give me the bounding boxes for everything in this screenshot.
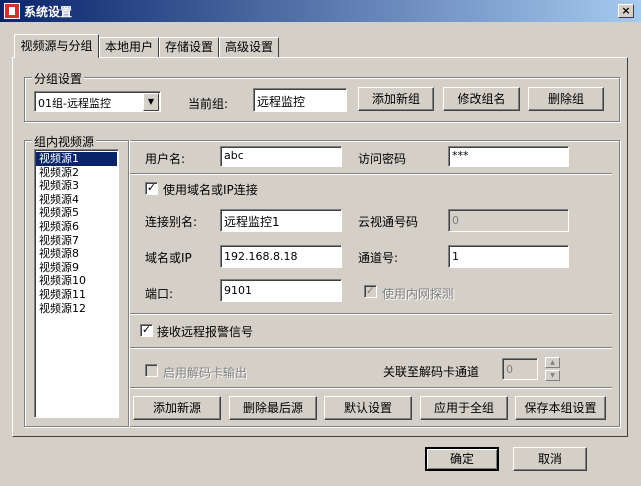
delete-last-source-button[interactable]: 删除最后源 — [229, 396, 317, 420]
channel-label: 通道号: — [358, 251, 399, 265]
current-group-label: 当前组: — [188, 97, 229, 111]
password-input[interactable]: *** — [448, 146, 569, 167]
save-group-settings-button[interactable]: 保存本组设置 — [515, 396, 606, 420]
alias-input[interactable]: 远程监控1 — [220, 209, 342, 232]
default-settings-button[interactable]: 默认设置 — [324, 396, 412, 420]
rename-group-button[interactable]: 修改组名 — [443, 87, 520, 111]
password-label: 访问密码 — [358, 152, 407, 166]
decoder-checkbox[interactable] — [145, 364, 158, 377]
spin-up-icon[interactable]: ▲ — [545, 357, 560, 368]
list-item[interactable]: 视频源11 — [36, 288, 117, 302]
lan-probe-checkbox[interactable]: ✓ — [364, 285, 377, 298]
alarm-checkbox[interactable]: ✓ — [140, 324, 153, 337]
decoder-label: 启用解码卡输出 — [163, 366, 248, 380]
group-select[interactable]: 01组-远程监控 — [34, 91, 161, 112]
list-item[interactable]: 视频源3 — [36, 179, 117, 193]
separator — [130, 173, 612, 175]
tab-advanced-settings[interactable]: 高级设置 — [219, 37, 279, 57]
add-source-button[interactable]: 添加新源 — [133, 396, 221, 420]
use-domain-checkbox[interactable]: ✓ — [145, 182, 158, 195]
decoder-channel-input[interactable]: 0 — [502, 358, 538, 380]
username-input[interactable]: abc — [220, 146, 342, 167]
vertical-divider — [128, 140, 130, 427]
list-item[interactable]: 视频源9 — [36, 261, 117, 275]
tab-local-users[interactable]: 本地用户 — [99, 37, 159, 57]
list-item[interactable]: 视频源10 — [36, 274, 117, 288]
cloud-number-label: 云视通号码 — [358, 215, 419, 229]
list-item[interactable]: 视频源1 — [36, 152, 117, 166]
list-item[interactable]: 视频源8 — [36, 247, 117, 261]
cloud-number-input[interactable]: 0 — [448, 209, 569, 232]
title-bar: 系统设置 × — [0, 0, 641, 22]
domain-input[interactable]: 192.168.8.18 — [220, 245, 342, 268]
separator — [130, 313, 612, 315]
cancel-button[interactable]: 取消 — [513, 447, 587, 471]
alarm-label: 接收远程报警信号 — [157, 325, 254, 339]
ok-button[interactable]: 确定 — [425, 447, 499, 471]
use-domain-label: 使用域名或IP连接 — [163, 183, 258, 197]
group-settings-legend: 分组设置 — [32, 70, 85, 87]
port-label: 端口: — [145, 287, 174, 301]
close-button[interactable]: × — [618, 4, 634, 18]
username-label: 用户名: — [145, 152, 186, 166]
list-item[interactable]: 视频源2 — [36, 166, 117, 180]
source-list[interactable]: 视频源1 视频源2 视频源3 视频源4 视频源5 视频源6 视频源7 视频源8 … — [34, 149, 119, 418]
domain-label: 域名或IP — [145, 251, 192, 265]
window-title: 系统设置 — [24, 5, 73, 19]
list-item[interactable]: 视频源7 — [36, 234, 117, 248]
chevron-down-icon[interactable]: ▼ — [143, 93, 159, 111]
list-item[interactable]: 视频源12 — [36, 302, 117, 316]
app-icon — [4, 3, 20, 19]
channel-input[interactable]: 1 — [448, 245, 569, 268]
delete-group-button[interactable]: 删除组 — [528, 87, 604, 111]
list-item[interactable]: 视频源6 — [36, 220, 117, 234]
apply-to-group-button[interactable]: 应用于全组 — [420, 396, 508, 420]
spin-down-icon[interactable]: ▼ — [545, 370, 560, 381]
list-item[interactable]: 视频源5 — [36, 206, 117, 220]
alias-label: 连接别名: — [145, 215, 198, 229]
separator — [130, 387, 612, 389]
lan-probe-label: 使用内网探测 — [382, 287, 455, 301]
add-group-button[interactable]: 添加新组 — [358, 87, 434, 111]
tab-storage-settings[interactable]: 存储设置 — [159, 37, 219, 57]
sources-legend: 组内视频源 — [32, 133, 97, 150]
separator — [130, 347, 612, 349]
current-group-input[interactable]: 远程监控 — [253, 88, 347, 112]
port-input[interactable]: 9101 — [220, 279, 342, 302]
decoder-channel-label: 关联至解码卡通道 — [383, 365, 480, 379]
tab-sources-groups[interactable]: 视频源与分组 — [14, 34, 99, 58]
list-item[interactable]: 视频源4 — [36, 193, 117, 207]
